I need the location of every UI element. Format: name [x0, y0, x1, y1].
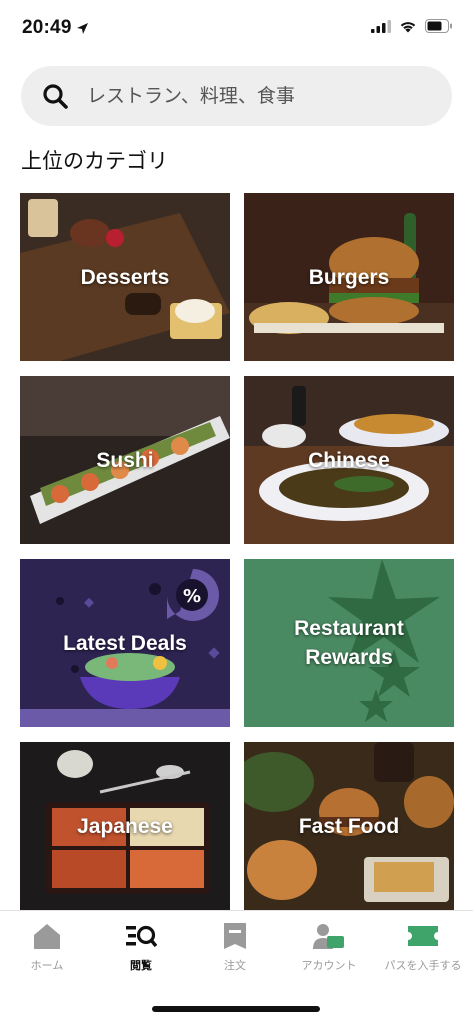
category-label: Restaurant Rewards [294, 617, 404, 669]
category-tile-restaurant-rewards[interactable]: Restaurant Rewards [244, 559, 454, 727]
category-tile-sushi[interactable]: Sushi [20, 376, 230, 544]
location-arrow-icon [76, 22, 88, 34]
nav-item-label: 注文 [224, 959, 246, 972]
nav-item-account[interactable]: アカウント [282, 921, 376, 973]
nav-item-label: パスを入手する [384, 959, 462, 972]
clock-text: 20:49 [22, 17, 72, 38]
nav-item-browse[interactable]: 閲覧 [94, 921, 188, 973]
nav-item-label: 閲覧 [130, 959, 152, 972]
search-icon [41, 82, 69, 110]
nav-item-get-pass[interactable]: パスを入手する [376, 921, 470, 973]
category-label: Latest Deals [63, 631, 187, 655]
category-label: Japanese [77, 814, 173, 838]
category-label: Desserts [80, 265, 170, 289]
category-label: Burgers [308, 265, 390, 289]
account-icon [313, 921, 345, 951]
category-tile-desserts[interactable]: Desserts [20, 193, 230, 361]
home-indicator [152, 1006, 320, 1012]
status-bar: 20:49 [0, 0, 473, 56]
search-input[interactable] [87, 85, 417, 107]
home-icon [33, 921, 61, 951]
receipt-icon [223, 921, 247, 951]
battery-icon [425, 19, 452, 33]
nav-item-home[interactable]: ホーム [0, 921, 94, 973]
signal-icon [371, 19, 391, 33]
category-tile-chinese[interactable]: Chinese [244, 376, 454, 544]
pass-ticket-icon [407, 921, 439, 951]
category-tile-burgers[interactable]: Burgers [244, 193, 454, 361]
wifi-icon [400, 21, 416, 32]
nav-item-label: アカウント [301, 959, 357, 972]
status-time: 20:49 [22, 17, 89, 39]
nav-item-label: ホーム [30, 959, 64, 972]
section-title: 上位のカテゴリ [21, 149, 168, 173]
svg-text:%: % [183, 586, 201, 607]
search-bar[interactable] [21, 66, 452, 126]
category-label: Sushi [96, 448, 154, 472]
status-icons [371, 19, 453, 33]
category-label: Fast Food [298, 814, 400, 838]
category-label: Chinese [308, 448, 390, 472]
category-tile-latest-deals[interactable]: % Latest Deals [20, 559, 230, 727]
browse-icon [125, 921, 157, 951]
category-tile-fast-food[interactable]: Fast Food [244, 742, 454, 910]
nav-item-orders[interactable]: 注文 [188, 921, 282, 973]
category-tile-japanese[interactable]: Japanese [20, 742, 230, 910]
